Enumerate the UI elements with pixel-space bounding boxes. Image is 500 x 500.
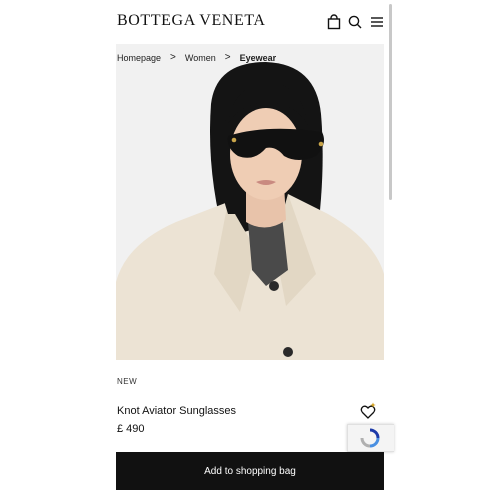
breadcrumb-eyewear[interactable]: Eyewear: [240, 53, 277, 63]
new-badge: NEW: [117, 377, 138, 386]
menu-icon[interactable]: [369, 14, 385, 30]
breadcrumb-homepage[interactable]: Homepage: [117, 53, 161, 63]
scrollbar[interactable]: [389, 4, 392, 200]
breadcrumb: Homepage > Women > Eyewear: [117, 52, 276, 63]
model-photo: [116, 44, 384, 360]
add-to-bag-button[interactable]: Add to shopping bag: [116, 452, 384, 490]
recaptcha-icon: [360, 428, 380, 448]
product-image[interactable]: [116, 44, 384, 360]
recaptcha-badge[interactable]: [347, 424, 394, 452]
breadcrumb-separator: >: [170, 52, 176, 63]
product-name: Knot Aviator Sunglasses: [117, 405, 237, 417]
search-icon[interactable]: [347, 14, 363, 30]
product-page: BOTTEGA VENETA Homepage > Women > Eyewea…: [107, 0, 394, 500]
breadcrumb-women[interactable]: Women: [185, 53, 216, 63]
wishlist-sparkle-icon[interactable]: [359, 402, 377, 422]
product-price: £ 490: [117, 423, 145, 435]
shopping-bag-icon[interactable]: [326, 14, 342, 30]
brand-logo[interactable]: BOTTEGA VENETA: [117, 12, 266, 30]
breadcrumb-separator: >: [224, 52, 231, 63]
